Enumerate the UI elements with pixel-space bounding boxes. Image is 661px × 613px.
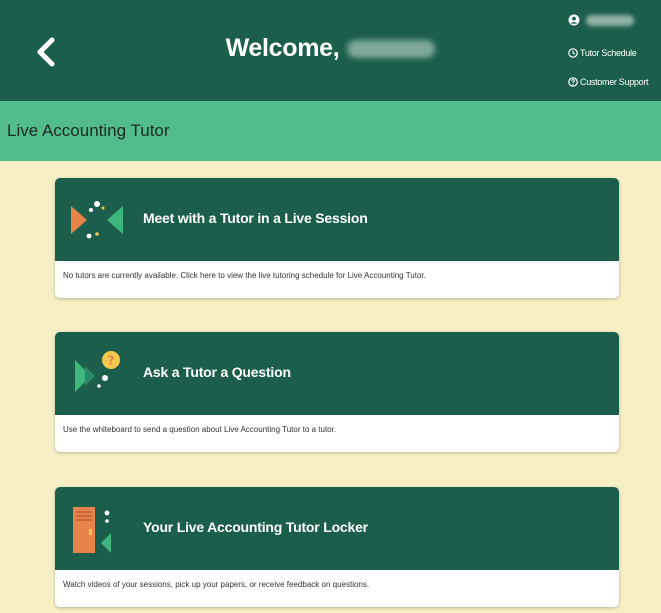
live-session-card[interactable]: Meet with a Tutor in a Live Session No t… bbox=[55, 178, 619, 298]
card-header: Your Live Accounting Tutor Locker bbox=[55, 487, 619, 570]
ask-question-card[interactable]: ? Ask a Tutor a Question Use the whitebo… bbox=[55, 332, 619, 452]
app-header: Welcome, Tutor Schedule Customer Support bbox=[0, 0, 661, 101]
welcome-text: Welcome, bbox=[225, 34, 340, 62]
welcome-heading: Welcome, bbox=[0, 34, 661, 63]
card-header: ? Ask a Tutor a Question bbox=[55, 332, 619, 415]
card-title: Meet with a Tutor in a Live Session bbox=[143, 210, 368, 226]
card-description: Use the whiteboard to send a question ab… bbox=[63, 425, 337, 434]
locker-icon bbox=[73, 507, 111, 553]
card-title: Ask a Tutor a Question bbox=[143, 364, 291, 380]
clock-icon bbox=[568, 48, 578, 58]
help-circle-icon bbox=[568, 77, 578, 87]
card-description: No tutors are currently available. Click… bbox=[63, 271, 426, 280]
locker-card[interactable]: Your Live Accounting Tutor Locker Watch … bbox=[55, 487, 619, 607]
user-account[interactable] bbox=[568, 14, 634, 26]
tutor-schedule-link[interactable]: Tutor Schedule bbox=[568, 48, 637, 58]
user-name-redacted-small bbox=[586, 14, 634, 26]
user-name-redacted bbox=[347, 40, 436, 59]
section-title-bar: Live Accounting Tutor bbox=[0, 101, 661, 161]
fish-question-icon: ? bbox=[75, 351, 120, 392]
customer-support-link[interactable]: Customer Support bbox=[568, 77, 649, 87]
svg-text:?: ? bbox=[108, 354, 115, 368]
page-title: Live Accounting Tutor bbox=[7, 121, 170, 140]
card-title: Your Live Accounting Tutor Locker bbox=[143, 519, 368, 535]
user-icon bbox=[568, 14, 580, 26]
card-header: Meet with a Tutor in a Live Session bbox=[55, 178, 619, 261]
customer-support-label: Customer Support bbox=[580, 77, 649, 87]
card-description: Watch videos of your sessions, pick up y… bbox=[63, 580, 370, 589]
fish-meet-icon bbox=[71, 201, 123, 239]
tutor-schedule-label: Tutor Schedule bbox=[580, 48, 637, 58]
